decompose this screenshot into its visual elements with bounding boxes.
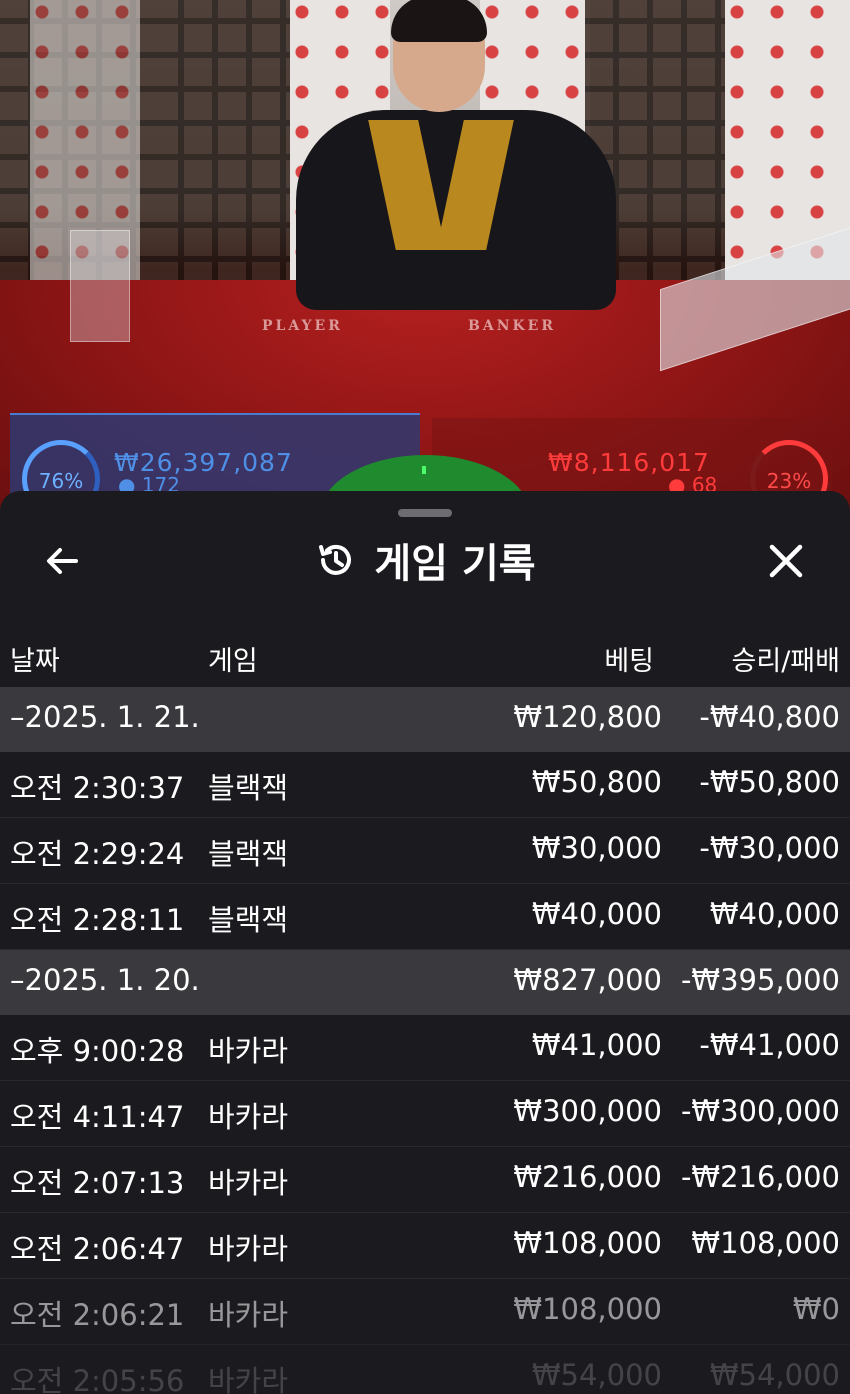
row-time: 오전 2:06:21	[10, 1298, 185, 1332]
game-history-sheet: 게임 기록 날짜 게임 베팅 승리/패배 –2025. 1. 21. ₩120,…	[0, 491, 850, 1394]
row-bet: ₩41,000	[531, 1028, 662, 1062]
row-game: 바카라	[208, 1100, 289, 1134]
row-result: ₩54,000	[709, 1358, 840, 1392]
row-result: ₩108,000	[691, 1226, 840, 1260]
history-clock-icon	[319, 544, 352, 575]
row-time: 오전 2:29:24	[10, 837, 185, 871]
history-row[interactable]: 오전 2:29:24 블랙잭 ₩30,000 -₩30,000	[0, 818, 850, 884]
sheet-header: 게임 기록	[0, 531, 850, 589]
row-bet: ₩216,000	[513, 1160, 662, 1194]
row-time: 오전 2:05:56	[10, 1364, 185, 1394]
row-result: -₩50,800	[699, 765, 840, 799]
row-game: 바카라	[208, 1298, 289, 1332]
history-row[interactable]: 오전 2:06:47 바카라 ₩108,000 ₩108,000	[0, 1213, 850, 1279]
group-bet-total: ₩827,000	[513, 963, 662, 997]
close-button[interactable]	[762, 537, 810, 585]
history-list: –2025. 1. 21. ₩120,800 -₩40,800 오전 2:30:…	[0, 687, 850, 1394]
discard-tray	[70, 230, 130, 342]
row-bet: ₩300,000	[513, 1094, 662, 1128]
row-game: 바카라	[208, 1034, 289, 1068]
column-header-game: 게임	[208, 646, 258, 677]
date-group-row[interactable]: –2025. 1. 20. ₩827,000 -₩395,000	[0, 950, 850, 1015]
lattice-screen	[150, 0, 290, 290]
column-header-win-loss: 승리/패배	[731, 646, 840, 677]
history-row[interactable]: 오전 4:11:47 바카라 ₩300,000 -₩300,000	[0, 1081, 850, 1147]
page-title: 게임 기록	[374, 541, 536, 587]
row-bet: ₩40,000	[531, 897, 662, 931]
row-result: ₩0	[792, 1292, 840, 1326]
row-bet: ₩108,000	[513, 1226, 662, 1260]
column-header-date: 날짜	[10, 646, 60, 677]
row-game: 바카라	[208, 1364, 289, 1394]
row-result: -₩30,000	[699, 831, 840, 865]
row-game: 블랙잭	[208, 837, 289, 871]
row-bet: ₩50,800	[531, 765, 662, 799]
row-time: 오전 2:07:13	[10, 1166, 185, 1200]
indicator-dot	[422, 466, 426, 474]
row-game: 블랙잭	[208, 903, 289, 937]
row-bet: ₩108,000	[513, 1292, 662, 1326]
history-row[interactable]: 오전 2:30:37 블랙잭 ₩50,800 -₩50,800	[0, 752, 850, 818]
group-bet-total: ₩120,800	[513, 700, 662, 734]
row-game: 바카라	[208, 1232, 289, 1266]
group-result-total: -₩395,000	[680, 963, 840, 997]
history-row[interactable]: 오전 2:06:21 바카라 ₩108,000 ₩0	[0, 1279, 850, 1345]
history-row[interactable]: 오후 9:00:28 바카라 ₩41,000 -₩41,000	[0, 1015, 850, 1081]
live-dealer-video: PLAYER BANKER 76% 23% ₩26,397,087 ● 172 …	[0, 0, 850, 520]
felt-player-label: PLAYER	[262, 318, 343, 334]
row-time: 오전 2:06:47	[10, 1232, 185, 1266]
group-result-total: -₩40,800	[699, 700, 840, 734]
row-bet: ₩30,000	[531, 831, 662, 865]
column-header-bet: 베팅	[604, 646, 654, 677]
row-game: 바카라	[208, 1166, 289, 1200]
group-date: –2025. 1. 21.	[10, 700, 200, 734]
row-result: -₩300,000	[680, 1094, 840, 1128]
history-row[interactable]: 오전 2:05:56 바카라 ₩54,000 ₩54,000	[0, 1345, 850, 1394]
close-icon	[769, 544, 803, 578]
dealer-hair	[391, 0, 487, 42]
sheet-drag-handle[interactable]	[398, 509, 452, 517]
row-time: 오전 4:11:47	[10, 1100, 185, 1134]
row-time: 오전 2:28:11	[10, 903, 185, 937]
row-result: -₩41,000	[699, 1028, 840, 1062]
row-result: -₩216,000	[680, 1160, 840, 1194]
group-date: –2025. 1. 20.	[10, 963, 200, 997]
row-time: 오전 2:30:37	[10, 771, 185, 805]
history-row[interactable]: 오전 2:07:13 바카라 ₩216,000 -₩216,000	[0, 1147, 850, 1213]
felt-banker-label: BANKER	[468, 318, 556, 334]
row-game: 블랙잭	[208, 771, 289, 805]
row-result: ₩40,000	[709, 897, 840, 931]
row-time: 오후 9:00:28	[10, 1034, 185, 1068]
row-bet: ₩54,000	[531, 1358, 662, 1392]
history-row[interactable]: 오전 2:28:11 블랙잭 ₩40,000 ₩40,000	[0, 884, 850, 950]
date-group-row[interactable]: –2025. 1. 21. ₩120,800 -₩40,800	[0, 687, 850, 752]
